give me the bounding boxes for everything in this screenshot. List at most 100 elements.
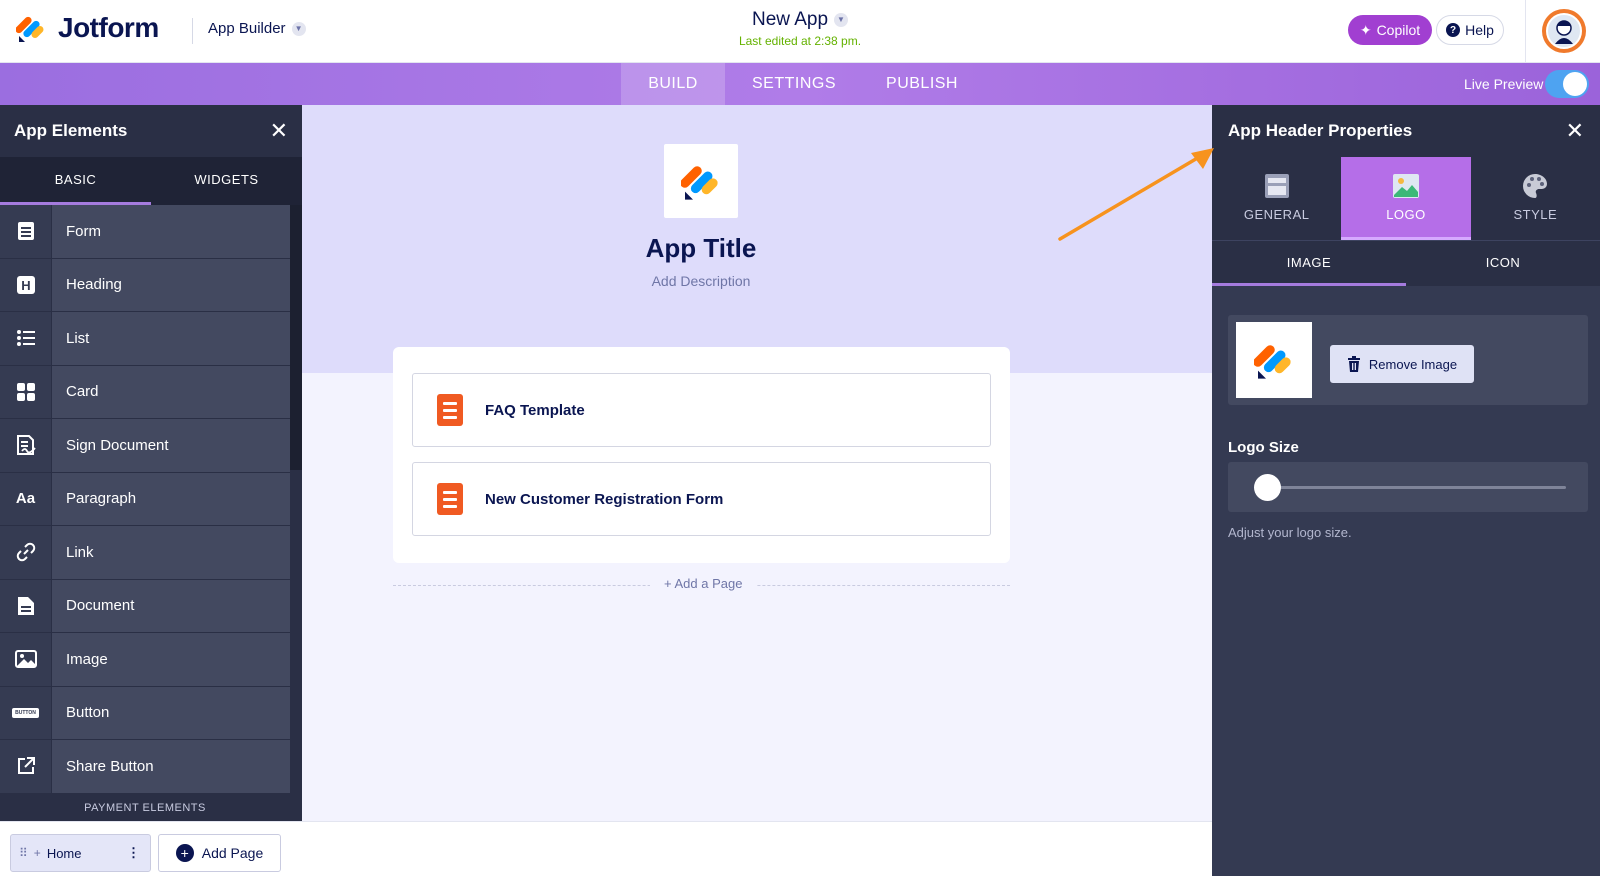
paragraph-icon: Aa — [0, 472, 52, 525]
image-icon — [0, 633, 52, 686]
add-a-page-link[interactable]: + Add a Page — [650, 576, 757, 591]
tab-settings[interactable]: SETTINGS — [738, 63, 850, 105]
element-paragraph[interactable]: Aa Paragraph — [0, 472, 290, 526]
add-page-button[interactable]: + Add Page — [158, 834, 281, 872]
svg-text:H: H — [21, 278, 30, 293]
top-header: Jotform App Builder ▼ New App ▼ Last edit… — [0, 0, 1600, 63]
logo-image-icon — [1392, 173, 1419, 198]
element-image[interactable]: Image — [0, 633, 290, 687]
element-label: Card — [66, 383, 99, 401]
page-item-registration-form[interactable]: New Customer Registration Form — [412, 462, 991, 536]
tab-label: LOGO — [1386, 206, 1426, 222]
app-header-properties-panel: App Header Properties ✕ GENERAL LOGO STY… — [1212, 105, 1600, 876]
element-form[interactable]: Form — [0, 205, 290, 259]
link-icon — [0, 526, 52, 579]
plus-circle-icon: + — [175, 844, 194, 862]
remove-image-label: Remove Image — [1368, 356, 1458, 372]
element-label: Paragraph — [66, 490, 137, 508]
share-icon — [0, 740, 52, 793]
heading-icon: H — [0, 258, 52, 311]
close-icon[interactable]: ✕ — [1566, 120, 1584, 142]
slider-track[interactable] — [1266, 486, 1566, 489]
page-label: FAQ Template — [485, 401, 585, 419]
user-avatar[interactable] — [1542, 9, 1586, 53]
jotform-logo-icon — [681, 166, 718, 200]
logo-sub-tabs: IMAGE ICON — [1212, 240, 1600, 286]
tab-general[interactable]: GENERAL — [1212, 157, 1341, 240]
tab-widgets[interactable]: WIDGETS — [151, 157, 302, 205]
tab-icon[interactable]: ICON — [1406, 241, 1600, 286]
element-list: Form H Heading List Card Sign Document A… — [0, 205, 302, 821]
list-icon — [0, 312, 52, 365]
payment-elements-section: PAYMENT ELEMENTS — [0, 793, 290, 821]
drag-handle-icon[interactable]: ⠿ — [19, 846, 28, 860]
close-icon[interactable]: ✕ — [270, 120, 288, 142]
document-icon — [0, 579, 52, 632]
page-tab-home[interactable]: ⠿ + Home ⋮ — [10, 834, 151, 872]
element-heading[interactable]: H Heading — [0, 258, 290, 312]
property-tabs: GENERAL LOGO STYLE — [1212, 157, 1600, 240]
remove-image-button[interactable]: Remove Image — [1330, 345, 1474, 383]
toggle-knob — [1563, 72, 1587, 96]
card-icon — [0, 365, 52, 418]
element-document[interactable]: Document — [0, 579, 290, 633]
copilot-label: Copilot — [1376, 22, 1421, 38]
page-label: New Customer Registration Form — [485, 490, 724, 508]
element-card[interactable]: Card — [0, 365, 290, 419]
logo-size-slider — [1228, 462, 1588, 512]
logo-size-hint: Adjust your logo size. — [1228, 525, 1352, 540]
more-options-icon[interactable]: ⋮ — [127, 845, 140, 861]
element-label: Image — [66, 650, 108, 668]
properties-title: App Header Properties — [1228, 121, 1413, 140]
tab-image[interactable]: IMAGE — [1212, 241, 1406, 286]
tab-basic[interactable]: BASIC — [0, 157, 151, 205]
app-elements-panel: App Elements ✕ BASIC WIDGETS Form H Head… — [0, 105, 302, 821]
logo-size-label: Logo Size — [1228, 439, 1299, 456]
element-label: Document — [66, 597, 135, 615]
live-preview-label: Live Preview — [1464, 76, 1544, 92]
general-layout-icon — [1264, 173, 1289, 198]
element-label: Share Button — [66, 757, 154, 775]
button-icon: BUTTON — [0, 686, 52, 739]
app-logo[interactable] — [664, 144, 738, 218]
button-icon-glyph: BUTTON — [12, 707, 39, 718]
app-title[interactable]: App Title — [302, 233, 1100, 264]
element-sign-document[interactable]: Sign Document — [0, 419, 290, 473]
element-tabs: BASIC WIDGETS — [0, 157, 302, 205]
element-label: Heading — [66, 276, 122, 294]
tab-label: STYLE — [1513, 206, 1558, 222]
add-page-label: Add Page — [201, 845, 264, 861]
page-item-faq-template[interactable]: FAQ Template — [412, 373, 991, 447]
element-share-button[interactable]: Share Button — [0, 740, 290, 794]
element-label: Form — [66, 222, 101, 240]
element-label: Button — [66, 704, 110, 722]
sign-document-icon — [0, 419, 52, 472]
copilot-button[interactable]: ✦ Copilot — [1348, 15, 1432, 45]
element-button[interactable]: BUTTON Button — [0, 686, 290, 740]
tab-build[interactable]: BUILD — [621, 63, 725, 105]
slider-handle[interactable] — [1254, 474, 1281, 501]
annotation-arrow-icon — [1058, 148, 1214, 241]
logo-thumbnail — [1236, 322, 1312, 398]
builder-nav: BUILD SETTINGS PUBLISH Live Preview — [0, 63, 1600, 105]
jotform-logo-icon — [1254, 345, 1291, 379]
element-list-scrollbar[interactable] — [290, 205, 302, 470]
element-label: List — [66, 329, 90, 347]
tab-logo[interactable]: LOGO — [1341, 157, 1471, 240]
element-link[interactable]: Link — [0, 526, 290, 580]
element-label: Link — [66, 543, 94, 561]
form-page-icon — [437, 483, 463, 515]
page-tab-label: Home — [46, 845, 82, 861]
question-icon: ? — [1446, 23, 1461, 37]
tab-style[interactable]: STYLE — [1471, 157, 1600, 240]
app-name-label: New App — [751, 9, 829, 30]
help-button[interactable]: ? Help — [1436, 15, 1504, 45]
pages-card: FAQ Template New Customer Registration F… — [393, 347, 1010, 563]
header-divider — [1525, 0, 1526, 63]
app-description[interactable]: Add Description — [302, 273, 1100, 289]
tab-publish[interactable]: PUBLISH — [874, 63, 970, 105]
app-elements-title: App Elements — [14, 121, 128, 140]
element-list-item[interactable]: List — [0, 312, 290, 366]
plus-icon: + — [33, 846, 41, 860]
live-preview-toggle[interactable] — [1545, 70, 1589, 98]
